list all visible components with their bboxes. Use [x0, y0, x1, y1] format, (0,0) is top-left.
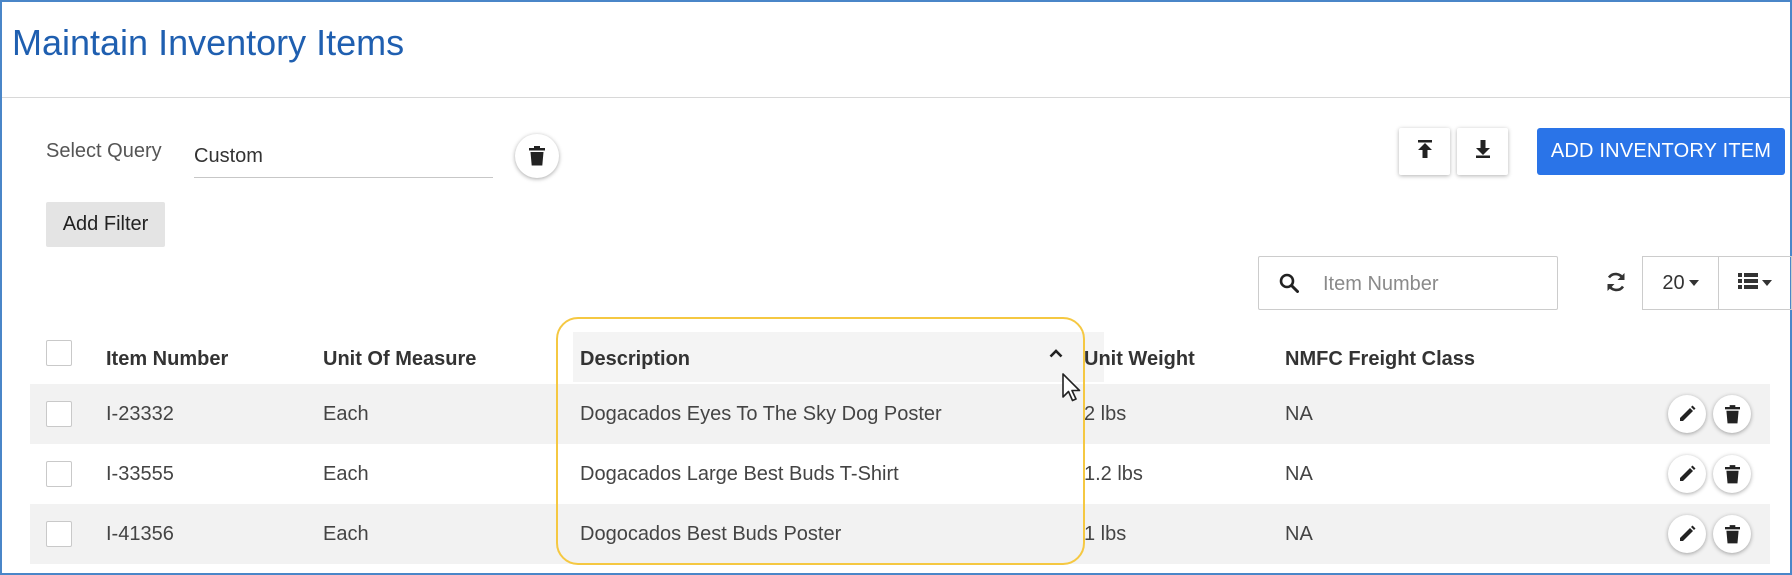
column-view-dropdown[interactable] — [1718, 256, 1792, 310]
item-number-search-input[interactable]: Item Number — [1258, 256, 1558, 310]
table-row[interactable]: I-23332 Each Dogacados Eyes To The Sky D… — [30, 384, 1770, 444]
cell-unit-weight: 1 lbs — [1084, 523, 1127, 545]
pencil-icon — [1678, 465, 1696, 483]
chevron-down-icon — [1688, 280, 1699, 286]
select-all-checkbox[interactable] — [46, 340, 72, 366]
pencil-icon — [1678, 525, 1696, 543]
delete-query-button[interactable] — [515, 134, 559, 178]
trash-icon — [529, 146, 545, 166]
add-filter-button[interactable]: Add Filter — [46, 202, 165, 247]
chevron-down-icon — [1762, 280, 1772, 286]
column-header-item-number[interactable]: Item Number — [106, 348, 228, 371]
trash-icon — [1724, 404, 1740, 424]
page-size-dropdown[interactable]: 20 — [1642, 256, 1719, 310]
upload-button[interactable] — [1399, 128, 1450, 175]
trash-icon — [1724, 464, 1740, 484]
delete-item-button[interactable] — [1713, 455, 1751, 493]
page-title: Maintain Inventory Items — [12, 22, 405, 63]
pencil-icon — [1678, 405, 1696, 423]
cell-nmfc-freight-class: NA — [1285, 463, 1313, 485]
cell-item-number: I-23332 — [106, 403, 174, 425]
add-inventory-item-button[interactable]: ADD INVENTORY ITEM — [1537, 128, 1785, 175]
table-row[interactable]: I-33555 Each Dogacados Large Best Buds T… — [30, 444, 1770, 504]
delete-item-button[interactable] — [1713, 515, 1751, 553]
cell-unit-of-measure: Each — [323, 523, 369, 545]
cell-unit-weight: 2 lbs — [1084, 403, 1127, 425]
column-header-unit-weight[interactable]: Unit Weight — [1084, 348, 1195, 371]
download-icon — [1475, 140, 1491, 163]
column-header-unit-of-measure[interactable]: Unit Of Measure — [323, 348, 476, 371]
cell-description: Dogocados Best Buds Poster — [580, 523, 842, 545]
edit-item-button[interactable] — [1668, 395, 1706, 433]
table-header: Item Number Unit Of Measure Description … — [30, 330, 1770, 382]
cell-unit-weight: 1.2 lbs — [1084, 463, 1143, 485]
title-divider — [2, 97, 1790, 98]
sort-ascending-icon[interactable] — [1049, 345, 1063, 363]
mouse-cursor-icon — [1062, 373, 1082, 408]
page-size-value: 20 — [1662, 271, 1685, 294]
cell-item-number: I-41356 — [106, 523, 174, 545]
table-row[interactable]: I-41356 Each Dogocados Best Buds Poster … — [30, 504, 1770, 564]
cell-nmfc-freight-class: NA — [1285, 403, 1313, 425]
cell-nmfc-freight-class: NA — [1285, 523, 1313, 545]
refresh-icon — [1605, 271, 1627, 298]
row-checkbox[interactable] — [46, 521, 72, 547]
list-icon — [1738, 272, 1758, 294]
upload-icon — [1417, 140, 1433, 163]
cell-description: Dogacados Large Best Buds T-Shirt — [580, 463, 899, 485]
edit-item-button[interactable] — [1668, 515, 1706, 553]
select-query-label: Select Query — [46, 140, 162, 162]
refresh-button[interactable] — [1600, 268, 1632, 300]
delete-item-button[interactable] — [1713, 395, 1751, 433]
cell-unit-of-measure: Each — [323, 403, 369, 425]
download-button[interactable] — [1457, 128, 1508, 175]
cell-item-number: I-33555 — [106, 463, 174, 485]
search-icon — [1279, 273, 1299, 298]
trash-icon — [1724, 524, 1740, 544]
edit-item-button[interactable] — [1668, 455, 1706, 493]
select-query-field[interactable]: Custom — [194, 140, 493, 178]
column-header-nmfc-freight-class[interactable]: NMFC Freight Class — [1285, 348, 1475, 371]
row-checkbox[interactable] — [46, 401, 72, 427]
row-checkbox[interactable] — [46, 461, 72, 487]
cell-unit-of-measure: Each — [323, 463, 369, 485]
column-header-description[interactable]: Description — [580, 348, 690, 371]
cell-description: Dogacados Eyes To The Sky Dog Poster — [580, 403, 942, 425]
search-placeholder: Item Number — [1323, 273, 1439, 295]
select-query-value: Custom — [194, 145, 263, 167]
